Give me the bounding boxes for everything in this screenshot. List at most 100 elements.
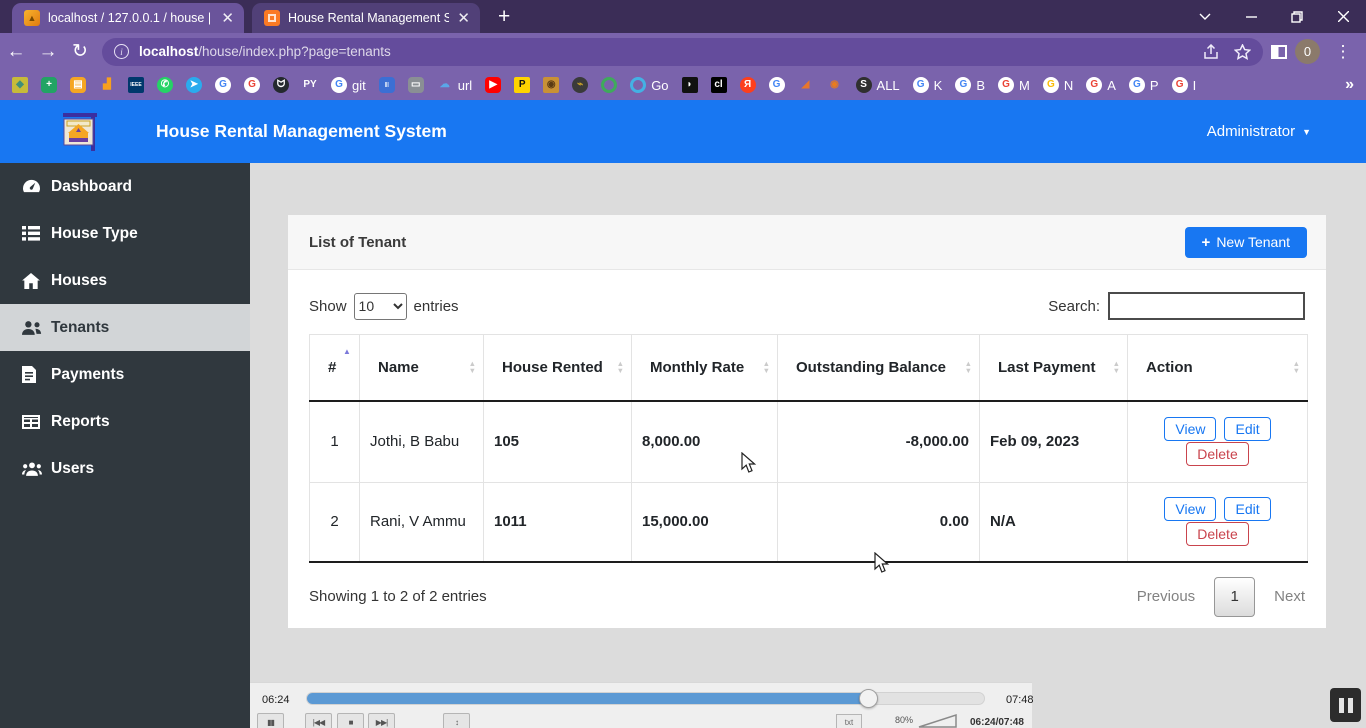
maximize-button[interactable] [1274,0,1320,33]
page-length-select[interactable]: 10 [354,293,407,320]
browser-toolbar: ← → ↻ i localhost/house/index.php?page=t… [0,33,1366,70]
search-input[interactable] [1108,292,1305,320]
tab-close-icon[interactable]: ✕ [457,11,470,26]
player-pause-button[interactable]: ▮▮ [257,713,284,728]
player-stop-button[interactable]: ■ [337,713,364,728]
column-header-rate[interactable]: Monthly Rate▲▼ [632,335,778,401]
player-seek-handle[interactable] [859,689,878,708]
bookmarks-overflow-icon[interactable]: » [1345,76,1354,94]
bookmark-item[interactable]: ☁url [437,77,472,93]
sidebar-item-payments[interactable]: Payments [0,351,250,398]
column-header-balance[interactable]: Outstanding Balance▲▼ [778,335,980,401]
previous-page-button[interactable]: Previous [1137,588,1195,605]
edit-button[interactable]: Edit [1224,417,1270,441]
bookmark-item[interactable]: GN [1043,77,1073,93]
bookmark-item[interactable]: ⌁ [572,77,588,93]
user-dropdown[interactable]: Administrator ▼ [1207,123,1311,140]
player-next-button[interactable]: ▶▶| [368,713,395,728]
app-logo [55,111,101,153]
tab-search-chevron-icon[interactable] [1182,0,1228,33]
close-window-button[interactable] [1320,0,1366,33]
sidebar-item-reports[interactable]: Reports [0,398,250,445]
bookmark-item[interactable]: ◢ [798,77,814,93]
bookmark-item[interactable]: GA [1086,77,1116,93]
bookmark-item[interactable] [601,77,617,93]
sidebar-item-tenants[interactable]: Tenants [0,304,250,351]
bookmark-item[interactable]: Ggit [331,77,366,93]
bookmark-item[interactable]: ▤ [70,77,86,93]
bookmark-item[interactable]: GP [1129,77,1159,93]
bookmark-item[interactable]: GB [955,77,985,93]
bookmark-item[interactable]: G [244,77,260,93]
bookmark-item[interactable]: GI [1172,77,1197,93]
bookmark-item[interactable]: ◉ [827,77,843,93]
column-header-num[interactable]: #▲ [310,335,360,401]
bookmark-item[interactable]: PY [302,77,318,93]
delete-button[interactable]: Delete [1186,442,1248,466]
tab-title: localhost / 127.0.0.1 / house | php [48,11,213,25]
minimize-button[interactable] [1228,0,1274,33]
page-number-button[interactable]: 1 [1214,577,1255,617]
bookmark-item[interactable]: ◉ [543,77,559,93]
tab-close-icon[interactable]: ✕ [221,11,234,26]
player-previous-button[interactable]: |◀◀ [305,713,332,728]
player-seek-bar[interactable] [306,692,985,705]
address-bar[interactable]: i localhost/house/index.php?page=tenants [102,38,1263,66]
sidebar-item-label: House Type [51,225,138,243]
bookmark-item[interactable]: Go [630,77,668,93]
back-button[interactable]: ← [0,41,32,63]
bookmark-item[interactable]: ▭ [408,77,424,93]
page-title: List of Tenant [309,234,406,251]
next-page-button[interactable]: Next [1274,588,1305,605]
volume-icon[interactable] [918,713,958,728]
bookmark-favicon: ◉ [827,77,843,93]
edit-button[interactable]: Edit [1224,497,1270,521]
column-header-action[interactable]: Action▲▼ [1128,335,1308,401]
bookmark-item[interactable]: ᗢ [273,77,289,93]
bookmark-item[interactable]: G [215,77,231,93]
sidebar-item-houses[interactable]: Houses [0,257,250,304]
bookmark-item[interactable]: ◗ [682,77,698,93]
new-tenant-button[interactable]: + New Tenant [1185,227,1307,258]
column-header-last-payment[interactable]: Last Payment▲▼ [980,335,1128,401]
browser-menu-icon[interactable]: ⋮ [1328,42,1358,62]
bookmark-item[interactable]: G [769,77,785,93]
side-panel-icon[interactable] [1271,45,1287,59]
share-icon[interactable] [1202,44,1220,60]
player-options-button[interactable]: ↕ [443,713,470,728]
column-header-name[interactable]: Name▲▼ [360,335,484,401]
bookmark-item[interactable]: ➤ [186,77,202,93]
bookmark-item[interactable]: ||| [379,77,395,93]
bookmark-item[interactable]: IEEE [128,77,144,93]
delete-button[interactable]: Delete [1186,522,1248,546]
tenant-table: #▲ Name▲▼ House Rented▲▼ Monthly Rate▲▼ … [309,334,1308,563]
player-subtitle-button[interactable]: txt [836,714,862,728]
bookmark-item[interactable]: Я [740,77,756,93]
bookmark-item[interactable]: ◆ [12,77,28,93]
profile-avatar[interactable]: 0 [1295,39,1320,64]
bookmark-item[interactable]: ▟ [99,77,115,93]
bookmark-item[interactable]: ▶ [485,77,501,93]
floating-pause-button[interactable] [1330,688,1361,722]
bookmark-favicon: G [913,77,929,93]
bookmark-item[interactable]: cl [711,77,727,93]
new-tab-button[interactable]: + [498,5,510,33]
forward-button[interactable]: → [32,41,64,63]
tab-phpmyadmin[interactable]: ▲ localhost / 127.0.0.1 / house | php ✕ [12,3,244,33]
sidebar-item-house-type[interactable]: House Type [0,210,250,257]
site-info-icon[interactable]: i [114,44,129,59]
reload-button[interactable]: ↻ [64,40,96,63]
view-button[interactable]: View [1164,497,1216,521]
bookmark-item[interactable]: + [41,77,57,93]
sidebar-item-users[interactable]: Users [0,445,250,492]
sidebar-item-dashboard[interactable]: Dashboard [0,163,250,210]
bookmark-item[interactable]: GM [998,77,1030,93]
bookmark-item[interactable]: ✆ [157,77,173,93]
tab-house-rental[interactable]: House Rental Management Syste ✕ [252,3,480,33]
bookmark-item[interactable]: GK [913,77,943,93]
view-button[interactable]: View [1164,417,1216,441]
column-header-house[interactable]: House Rented▲▼ [484,335,632,401]
bookmark-star-icon[interactable] [1234,44,1251,60]
bookmark-item[interactable]: SALL [856,77,900,93]
bookmark-item[interactable]: P [514,77,530,93]
